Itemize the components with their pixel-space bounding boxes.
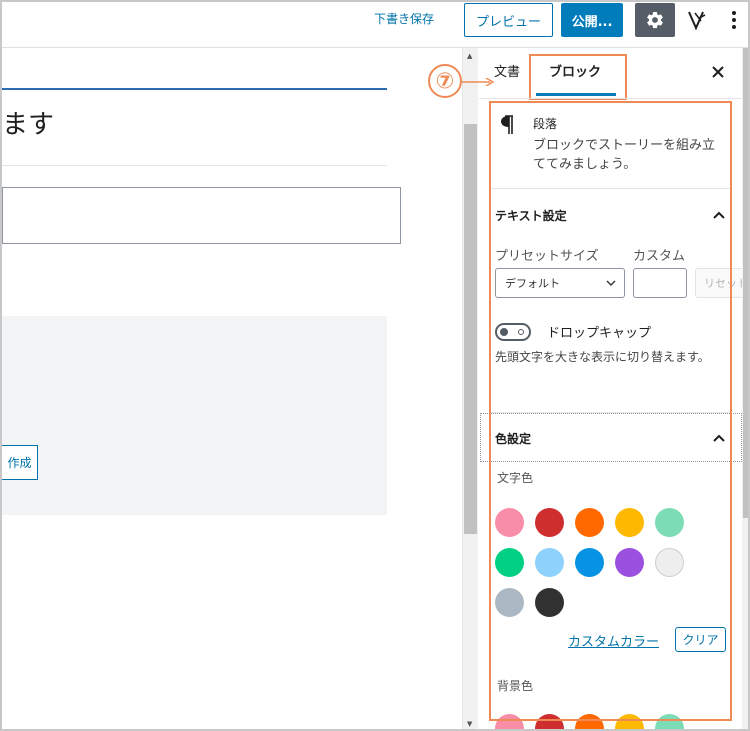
- block-name: 段落: [533, 117, 558, 131]
- editor-toolbar: 下書き保存 プレビュー 公開...: [2, 2, 748, 48]
- text-color-label: 文字色: [497, 471, 534, 485]
- title-underline: [2, 88, 387, 90]
- text-block[interactable]: [2, 187, 401, 244]
- sidebar-tabs-divider: [479, 98, 748, 99]
- text-color-swatch[interactable]: [615, 548, 644, 577]
- plugin-v-icon: [688, 11, 706, 31]
- background-color-label: 背景色: [497, 679, 534, 693]
- content-scrollbar-thumb[interactable]: [464, 124, 477, 534]
- separator: [2, 165, 387, 166]
- custom-color-link[interactable]: カスタムカラー: [568, 631, 659, 650]
- content-scrollbar[interactable]: ▲ ▼: [462, 48, 478, 729]
- text-color-swatch[interactable]: [575, 548, 604, 577]
- drop-cap-label: ドロップキャップ: [547, 326, 652, 341]
- block-info-divider: [491, 188, 730, 189]
- text-color-swatch[interactable]: [535, 588, 564, 617]
- text-color-swatch[interactable]: [615, 508, 644, 537]
- preset-size-select[interactable]: デフォルト: [495, 268, 625, 298]
- annotation-arrow-icon: [462, 78, 494, 86]
- block-description: ブロックでストーリーを組み立ててみましょう。: [533, 138, 716, 172]
- settings-button[interactable]: [635, 3, 675, 37]
- text-color-swatch[interactable]: [495, 548, 524, 577]
- text-color-swatch[interactable]: [535, 548, 564, 577]
- close-icon: [712, 66, 724, 78]
- chevron-down-icon: [606, 280, 616, 286]
- drop-cap-toggle[interactable]: [495, 323, 531, 341]
- text-color-swatch[interactable]: [655, 508, 684, 537]
- scroll-down-icon[interactable]: ▼: [467, 720, 472, 728]
- toggle-knob: [500, 328, 508, 336]
- close-sidebar-button[interactable]: [708, 62, 728, 82]
- more-options-button[interactable]: [724, 5, 744, 35]
- paragraph-icon: [501, 115, 513, 134]
- scroll-up-icon[interactable]: ▲: [467, 52, 472, 60]
- tab-block-highlight: [529, 54, 627, 100]
- text-color-swatch[interactable]: [655, 548, 684, 577]
- plugin-button[interactable]: [682, 5, 712, 35]
- annotation-number: ⑦: [428, 64, 462, 98]
- text-color-swatch[interactable]: [495, 508, 524, 537]
- preset-size-value: デフォルト: [505, 277, 560, 290]
- reset-button[interactable]: リセット: [695, 268, 747, 298]
- vertical-ellipsis-icon: [732, 11, 736, 29]
- text-settings-title[interactable]: テキスト設定: [495, 207, 567, 224]
- editor-window: 下書き保存 プレビュー 公開... ます 作成 ▲ ▼ 文書 ブロック ⑦ 段落…: [0, 0, 750, 731]
- chevron-up-icon[interactable]: [712, 431, 726, 445]
- preview-button[interactable]: プレビュー: [464, 3, 553, 37]
- sidebar-scrollbar[interactable]: [742, 48, 748, 729]
- heading-block[interactable]: ます: [2, 108, 54, 142]
- text-color-swatch[interactable]: [495, 588, 524, 617]
- preset-size-label: プリセットサイズ: [495, 249, 599, 264]
- color-settings-title[interactable]: 色設定: [495, 430, 531, 447]
- clear-color-button[interactable]: クリア: [675, 627, 726, 652]
- publish-button[interactable]: 公開...: [561, 3, 623, 37]
- custom-size-label: カスタム: [633, 249, 686, 264]
- custom-size-input[interactable]: [633, 268, 687, 298]
- create-button[interactable]: 作成: [2, 445, 38, 480]
- gear-icon: [647, 11, 663, 29]
- drop-cap-help: 先頭文字を大きな表示に切り替えます。: [495, 350, 710, 364]
- tab-document[interactable]: 文書: [494, 64, 520, 82]
- text-color-swatch[interactable]: [575, 508, 604, 537]
- placeholder-block: [2, 316, 387, 515]
- text-color-swatch[interactable]: [535, 508, 564, 537]
- save-draft-button[interactable]: 下書き保存: [374, 10, 434, 28]
- sidebar-scrollbar-thumb[interactable]: [743, 48, 748, 518]
- toggle-off-indicator: [518, 329, 524, 335]
- chevron-up-icon[interactable]: [712, 208, 726, 222]
